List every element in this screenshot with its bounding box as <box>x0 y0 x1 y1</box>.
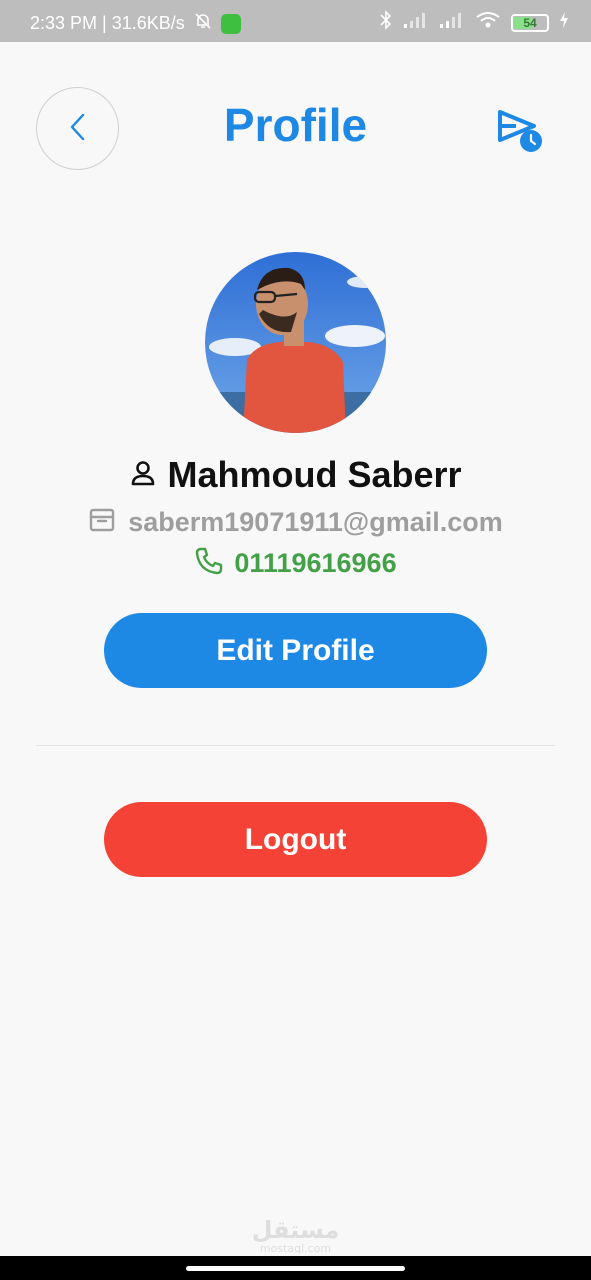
profile-email: saberm19071911@gmail.com <box>128 506 503 537</box>
name-row: Mahmoud Saberr <box>0 454 591 496</box>
signal-icon-2 <box>439 11 465 34</box>
person-icon <box>129 459 157 491</box>
mailbox-icon <box>88 506 116 538</box>
wifi-icon <box>475 11 501 34</box>
status-bar-left: 2:33 PM | 31.6KB/s <box>30 11 241 36</box>
profile-name: Mahmoud Saberr <box>167 454 462 495</box>
phone-row: 01119616966 <box>0 546 591 580</box>
phone-icon <box>194 546 224 580</box>
divider <box>36 745 555 746</box>
edit-profile-button[interactable]: Edit Profile <box>104 613 487 688</box>
signal-icon-1 <box>403 11 429 34</box>
logout-button[interactable]: Logout <box>104 802 487 877</box>
bluetooth-icon <box>379 10 393 35</box>
profile-phone: 01119616966 <box>234 547 397 578</box>
email-row: saberm19071911@gmail.com <box>0 506 591 538</box>
app-notification-icon <box>220 13 241 34</box>
profile-avatar <box>205 252 386 433</box>
scheduled-send-button[interactable] <box>496 108 546 154</box>
status-time-speed: 2:33 PM | 31.6KB/s <box>30 13 185 33</box>
home-gesture-handle[interactable] <box>186 1266 405 1271</box>
battery-level: 54 <box>523 15 537 30</box>
edit-profile-label: Edit Profile <box>216 633 375 667</box>
status-bar: 2:33 PM | 31.6KB/s 54 <box>0 0 591 42</box>
status-bar-right: 54 <box>379 10 569 35</box>
scheduled-send-icon <box>496 110 546 158</box>
watermark-url: mostaql.com <box>259 1242 332 1255</box>
charging-icon <box>559 12 569 33</box>
watermark-logo: مستقل <box>251 1216 340 1244</box>
watermark: مستقل mostaql.com <box>0 1217 591 1255</box>
muted-bell-icon <box>193 11 213 36</box>
logout-label: Logout <box>244 822 347 856</box>
battery-indicator: 54 <box>511 13 549 32</box>
